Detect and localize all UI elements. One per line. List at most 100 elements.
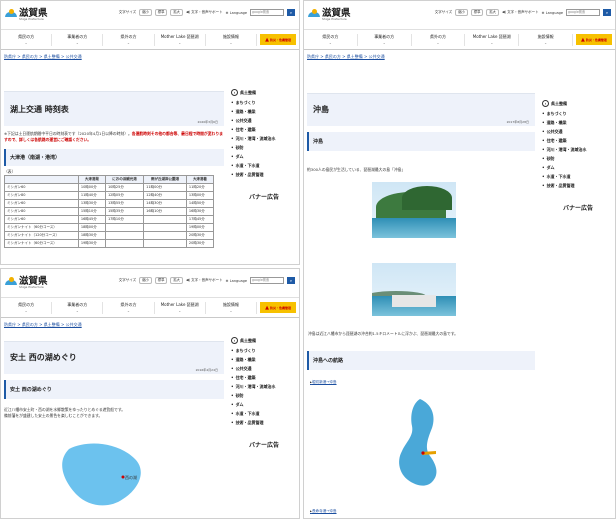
chevron-down-icon: ⌄ <box>328 40 332 45</box>
main-content: 安土 西の湖めぐり 2016年4月24日 安土 西の湖めぐり 近江八幡市安土町・… <box>4 341 224 419</box>
language-label: Language <box>229 278 247 283</box>
logo-subtext: Shiga Prefecture <box>322 17 347 22</box>
sidebar-item[interactable]: 住宅・建築 <box>231 375 297 381</box>
font-shrink-button[interactable]: 縮小 <box>139 9 152 16</box>
sidebar-item[interactable]: 技術・品質管理 <box>231 172 297 178</box>
search-button[interactable]: ⌕ <box>287 277 295 284</box>
nav-item-business[interactable]: 事業者の方 ⌄ <box>358 33 412 46</box>
nav-item-residents[interactable]: 県民の方 ⌄ <box>1 301 53 314</box>
sidebar-item[interactable]: ダム <box>231 402 297 408</box>
page-date: 2017年8月28日 <box>307 118 535 126</box>
sidebar-item[interactable]: まちづくり <box>542 111 614 117</box>
font-shrink-button[interactable]: 縮小 <box>455 9 468 16</box>
breadcrumb[interactable]: 防県庁 > 県民の方 > 県土整備 > 公共交通 <box>1 50 299 64</box>
sidebar-item[interactable]: 公共交通 <box>231 366 297 372</box>
okishima-photo-1 <box>372 182 456 238</box>
sidebar-list: まちづくり道路・橋梁公共交通住宅・建築河川・港湾・流域治水砂防ダム水道・下水道技… <box>231 348 297 426</box>
nav-item-outside[interactable]: 県外の方 ⌄ <box>412 33 466 46</box>
nav-item-facilities[interactable]: 施設情報 ⌄ <box>206 33 258 46</box>
search-button[interactable]: ⌕ <box>603 9 611 16</box>
font-enlarge-button[interactable]: 拡大 <box>170 277 183 284</box>
nav-item-facilities[interactable]: 施設情報 ⌄ <box>519 33 573 46</box>
sidebar-item[interactable]: 道路・橋梁 <box>231 109 297 115</box>
language-label: Language <box>545 10 563 15</box>
search-button[interactable]: ⌕ <box>287 9 295 16</box>
global-nav: 県民の方 ⌄ 事業者の方 ⌄ 県外の方 ⌄ Mother Lake 琵琶湖 ⌄ 施設情報… <box>304 29 615 50</box>
voice-support-link[interactable]: ◀) 文字・音声サポート <box>186 278 223 283</box>
disaster-button[interactable]: ▲ 防災・危機管理 <box>260 302 297 313</box>
sidebar-item[interactable]: 道路・橋梁 <box>542 120 614 126</box>
nav-item-outside[interactable]: 県外の方 ⌄ <box>103 33 155 46</box>
sidebar-heading[interactable]: › 県土整備 <box>542 100 614 107</box>
route-link-horikiri[interactable]: 堀切新港→沖島 <box>310 380 337 385</box>
sidebar-item[interactable]: 公共交通 <box>231 118 297 124</box>
sidebar-item[interactable]: ダム <box>231 154 297 160</box>
search-input[interactable]: google検索 <box>250 277 284 284</box>
site-logo[interactable]: 滋賀県 Shiga Prefecture <box>5 9 48 22</box>
nav-item-mother-lake[interactable]: Mother Lake 琵琶湖 ⌄ <box>465 33 520 46</box>
sidebar-item[interactable]: 水道・下水道 <box>542 174 614 180</box>
nav-item-residents[interactable]: 県民の方 ⌄ <box>304 33 358 46</box>
table-cell: 14時30分 <box>143 199 187 208</box>
nav-item-business[interactable]: 事業者の方 ⌄ <box>52 33 104 46</box>
panel-lake-timetable: 滋賀県 Shiga Prefecture 文字サイズ 縮小 標準 拡大 ◀) 文字… <box>0 0 300 265</box>
nav-item-outside[interactable]: 県外の方 ⌄ <box>103 301 155 314</box>
table-cell <box>143 223 187 232</box>
sidebar-item[interactable]: 砂防 <box>231 393 297 399</box>
search-input[interactable]: google検索 <box>566 9 600 16</box>
sidebar-item[interactable]: 水道・下水道 <box>231 411 297 417</box>
language-link[interactable]: ⊕ Language <box>542 11 563 15</box>
sidebar-list: まちづくり道路・橋梁公共交通住宅・建築河川・港湾・流域治水砂防ダム水道・下水道技… <box>542 111 614 189</box>
sidebar-item[interactable]: まちづくり <box>231 100 297 106</box>
sidebar-heading[interactable]: › 県土整備 <box>231 337 297 344</box>
panel-okishima: 滋賀県 Shiga Prefecture 文字サイズ 縮小 標準 拡大 ◀) 文字… <box>303 0 616 519</box>
site-logo[interactable]: 滋賀県 Shiga Prefecture <box>308 9 351 22</box>
search-input[interactable]: google検索 <box>250 9 284 16</box>
disaster-button[interactable]: ▲ 防災・危機管理 <box>260 34 297 45</box>
nav-item-business[interactable]: 事業者の方 ⌄ <box>52 301 104 314</box>
chevron-down-icon: ⌄ <box>75 308 79 313</box>
nav-label: Mother Lake 琵琶湖 <box>160 33 199 39</box>
nav-item-mother-lake[interactable]: Mother Lake 琵琶湖 ⌄ <box>155 33 206 46</box>
table-header-cell: 大津港着 <box>185 175 215 184</box>
voice-support-link[interactable]: ◀) 文字・音声サポート <box>186 10 223 15</box>
nav-item-mother-lake[interactable]: Mother Lake 琵琶湖 ⌄ <box>155 301 206 314</box>
voice-support-link[interactable]: ◀) 文字・音声サポート <box>502 10 539 15</box>
sidebar-item[interactable]: 道路・橋梁 <box>231 357 297 363</box>
site-logo[interactable]: 滋賀県 Shiga Prefecture <box>5 277 48 290</box>
sidebar-item[interactable]: 砂防 <box>542 156 614 162</box>
breadcrumb[interactable]: 防県庁 > 県民の方 > 県土整備 > 公共交通 <box>304 50 615 64</box>
sidebar-item[interactable]: 砂防 <box>231 145 297 151</box>
route-link-chomeiji[interactable]: 長命寺港→沖島 <box>310 509 337 514</box>
sidebar-item[interactable]: ダム <box>542 165 614 171</box>
breadcrumb[interactable]: 防県庁 > 県民の方 > 県土整備 > 公共交通 <box>1 318 299 332</box>
lake-shape <box>399 399 437 486</box>
sidebar-item[interactable]: 住宅・建築 <box>231 127 297 133</box>
sidebar-item[interactable]: まちづくり <box>231 348 297 354</box>
voice-support-label: 文字・音声サポート <box>507 10 539 14</box>
sidebar-item[interactable]: 河川・港湾・流域治水 <box>231 384 297 390</box>
font-normal-button[interactable]: 標準 <box>154 9 168 16</box>
sidebar-item[interactable]: 技術・品質管理 <box>231 420 297 426</box>
sidebar-item[interactable]: 河川・港湾・流域治水 <box>231 136 297 142</box>
font-normal-button[interactable]: 標準 <box>154 277 168 284</box>
language-link[interactable]: ⊕ Language <box>226 279 247 283</box>
table-cell <box>104 223 145 232</box>
nav-item-facilities[interactable]: 施設情報 ⌄ <box>206 301 258 314</box>
chevron-down-icon: ⌄ <box>178 308 182 313</box>
sidebar-heading[interactable]: › 県土整備 <box>231 89 297 96</box>
sidebar-item[interactable]: 住宅・建築 <box>542 138 614 144</box>
font-enlarge-button[interactable]: 拡大 <box>486 9 499 16</box>
table-header-cell: 大津港発 <box>77 175 106 184</box>
warning-icon: ▲ <box>265 304 269 311</box>
language-link[interactable]: ⊕ Language <box>226 11 247 15</box>
font-enlarge-button[interactable]: 拡大 <box>170 9 183 16</box>
font-shrink-button[interactable]: 縮小 <box>139 277 152 284</box>
sidebar-item[interactable]: 技術・品質管理 <box>542 183 614 189</box>
sidebar-item[interactable]: 水道・下水道 <box>231 163 297 169</box>
font-normal-button[interactable]: 標準 <box>470 9 484 16</box>
sidebar-item[interactable]: 公共交通 <box>542 129 614 135</box>
nav-item-residents[interactable]: 県民の方 ⌄ <box>1 33 53 46</box>
sidebar-item[interactable]: 河川・港湾・流域治水 <box>542 147 614 153</box>
disaster-button[interactable]: ▲ 防災・危機管理 <box>575 34 612 45</box>
